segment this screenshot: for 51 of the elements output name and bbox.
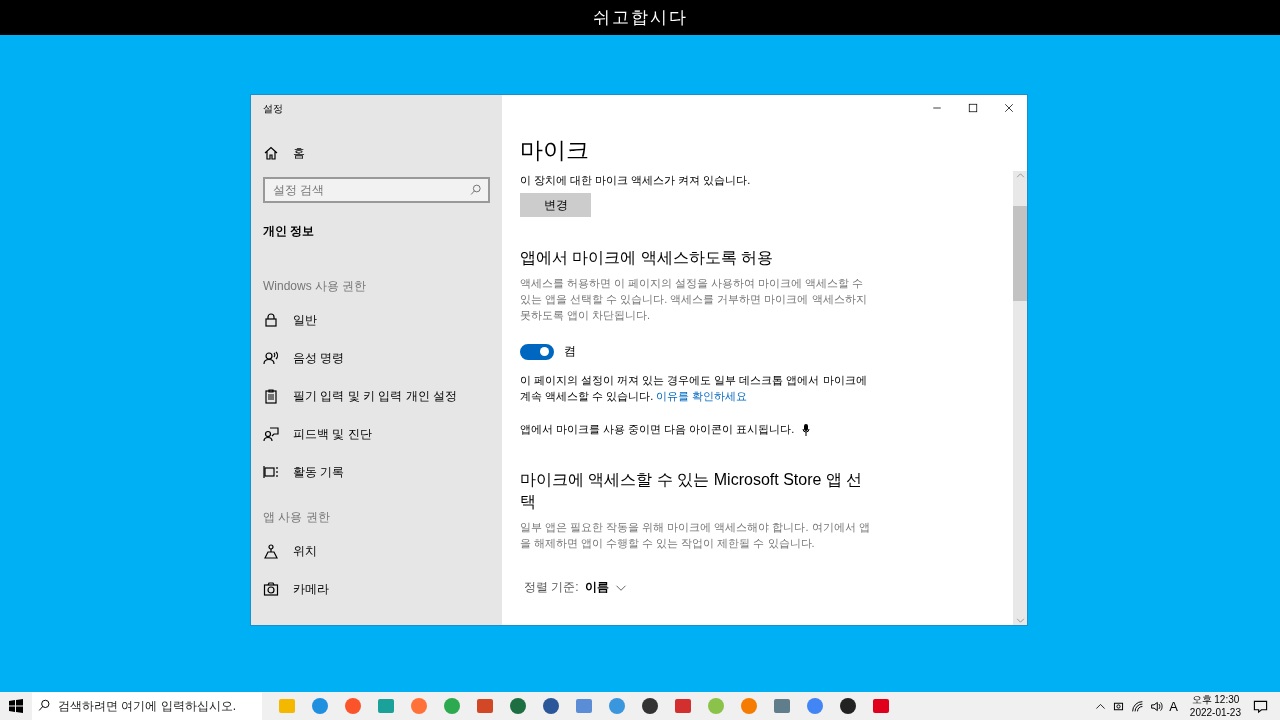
description-text: 액세스를 허용하면 이 페이지의 설정을 사용하여 마이크에 액세스할 수 있는 앱을 선택할 수 있습니다. 액세스를 거부하면 마이크에 액세스하지 못하도록 앱이 차단됩니다. [520,276,868,323]
sidebar-item[interactable]: 활동 기록 [263,453,490,491]
icon-note-text: 앱에서 마이크를 사용 중이면 다음 아이콘이 표시됩니다. [520,422,795,437]
section-heading: 앱 사용 권한 [263,509,331,526]
maximize-icon [968,103,978,113]
toggle-label: 켬 [564,343,576,360]
page-title: 마이크 [520,136,590,165]
scroll-up-icon [1015,171,1025,180]
section-heading: Windows 사용 권한 [263,278,368,295]
search-field[interactable]: 설정 검색 [263,177,490,203]
learn-why-link[interactable]: 이유를 확인하세요 [656,390,748,402]
feedback-icon [263,426,279,442]
home-icon [263,145,279,161]
close-icon [1004,103,1014,113]
change-button[interactable]: 변경 [520,193,591,217]
microphone-icon [802,423,811,436]
clipboard-icon [263,388,279,404]
lock-icon [263,312,279,328]
sort-dropdown[interactable]: 정렬 기준: 이름 [524,579,627,596]
speaker-icon [1150,699,1164,713]
description-text: 일부 앱은 필요한 작동을 위해 마이크에 액세스해야 합니다. 여기에서 앱을 해제하면 앱이 수행할 수 있는 작업이 제한될 수 있습니다. [520,520,871,551]
banner-title: 쉬고합시다 [592,7,688,29]
section-heading: 앱에서 마이크에 액세스하도록 허용 [520,248,775,268]
window-title: 설정 [263,102,284,116]
device-status-text: 이 장치에 대한 마이크 액세스가 켜져 있습니다. [520,173,752,188]
windows-icon [9,699,23,713]
sidebar-item[interactable]: 카메라 [263,570,490,608]
wifi-icon [1131,699,1145,713]
person-pin-icon [263,543,279,559]
search-icon [470,184,482,196]
sidebar-item[interactable]: 일반 [263,301,490,339]
sidebar-item[interactable]: 위치 [263,532,490,570]
toggle-switch[interactable] [520,343,554,360]
speech-icon [263,350,279,366]
input-method-indicator[interactable]: A [1169,698,1178,714]
search-icon [38,699,51,712]
desktop-apps-note: 이 페이지의 설정이 꺼져 있는 경우에도 일부 데스크톱 앱에서 마이크에 계속 액세스할 수 있습니다. 이유를 확인하세요 [520,373,868,404]
timeline-icon [263,464,279,480]
category-heading: 개인 정보 [263,223,316,240]
home-nav-item[interactable]: 홈 [263,134,490,172]
notification-icon [1253,698,1268,714]
section-heading: 마이크에 액세스할 수 있는 Microsoft Store 앱 선택 [520,470,864,512]
scrollbar[interactable] [1013,171,1027,625]
taskbar-search-field[interactable]: 검색하려면 여기에 입력하십시오. [32,692,262,720]
camera-icon [263,581,279,597]
scroll-down-icon [1015,616,1025,625]
sidebar-item[interactable]: 음성 명령 [263,339,490,377]
sidebar-item[interactable]: 피드백 및 진단 [263,415,490,453]
clock[interactable]: 오후 12:30 2022-01-23 [1189,693,1241,719]
sidebar-item[interactable]: 필기 입력 및 키 입력 개인 설정 [263,377,490,415]
scrollbar-thumb[interactable] [1013,206,1027,301]
